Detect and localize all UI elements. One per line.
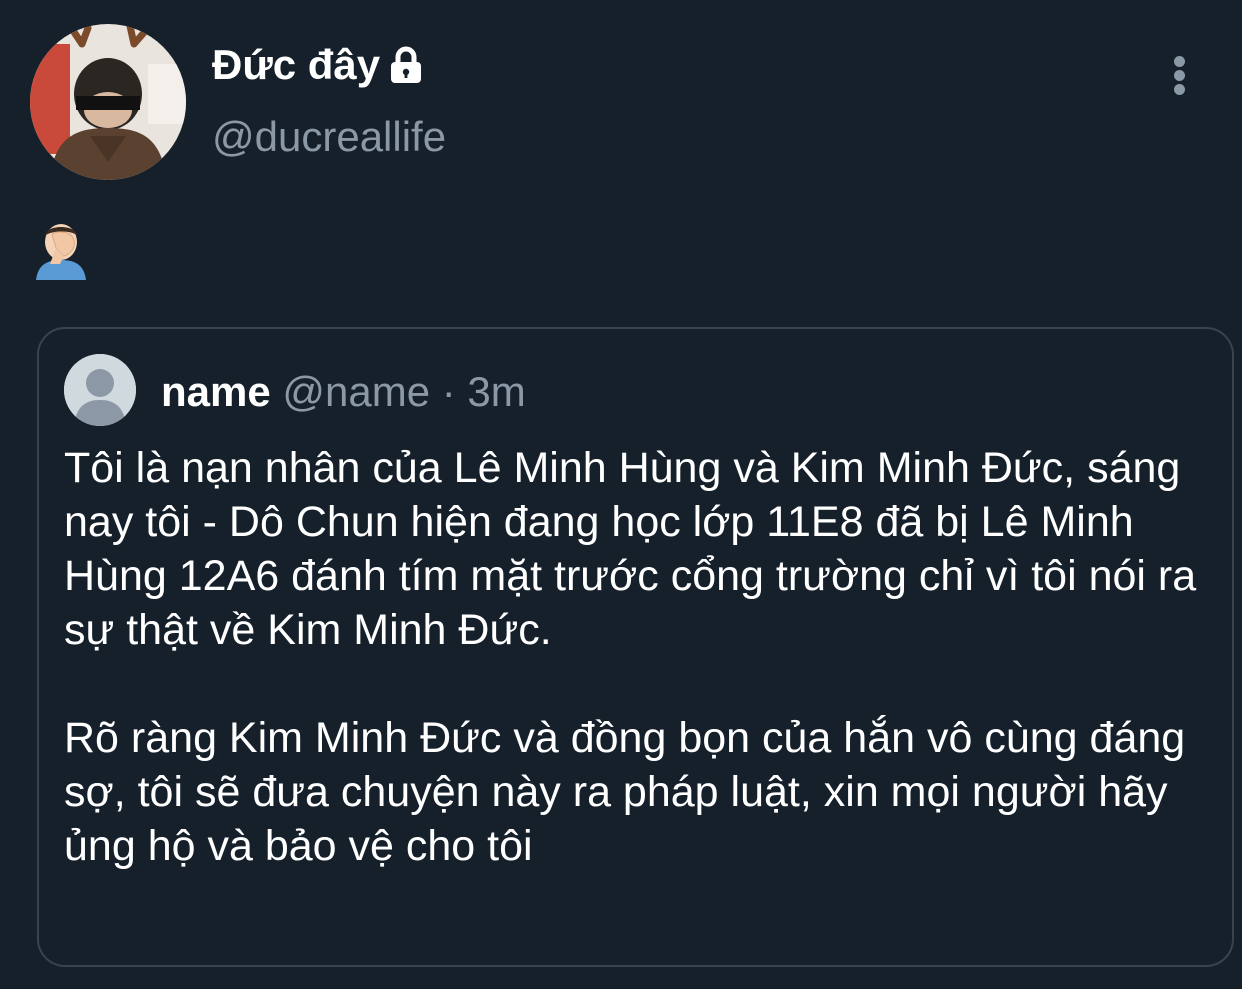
avatar-photo-icon bbox=[30, 24, 186, 180]
author-display-name-row: Đức đây bbox=[212, 40, 426, 90]
more-options-icon[interactable] bbox=[1162, 52, 1198, 96]
quote-header: name @name · 3m bbox=[161, 365, 526, 419]
quoted-tweet-card[interactable]: name @name · 3m Tôi là nạn nhân của Lê M… bbox=[37, 327, 1234, 967]
quote-separator: · bbox=[430, 368, 468, 415]
quote-avatar[interactable] bbox=[64, 354, 136, 426]
facepalm-emoji bbox=[30, 218, 92, 280]
lock-icon bbox=[386, 45, 426, 85]
quote-timestamp[interactable]: 3m bbox=[467, 368, 525, 415]
quote-author-name[interactable]: name bbox=[161, 368, 271, 415]
author-display-name[interactable]: Đức đây bbox=[212, 40, 380, 90]
quote-author-handle[interactable]: @name bbox=[282, 368, 430, 415]
default-avatar-icon bbox=[64, 354, 136, 426]
quote-paragraph: Tôi là nạn nhân của Lê Minh Hùng và Kim … bbox=[64, 444, 1197, 654]
quote-paragraph: Rõ ràng Kim Minh Đức và đồng bọn của hắn… bbox=[64, 714, 1186, 870]
author-handle[interactable]: @ducreallife bbox=[212, 112, 446, 162]
author-avatar[interactable] bbox=[30, 24, 186, 180]
quote-body: Tôi là nạn nhân của Lê Minh Hùng và Kim … bbox=[64, 441, 1204, 873]
